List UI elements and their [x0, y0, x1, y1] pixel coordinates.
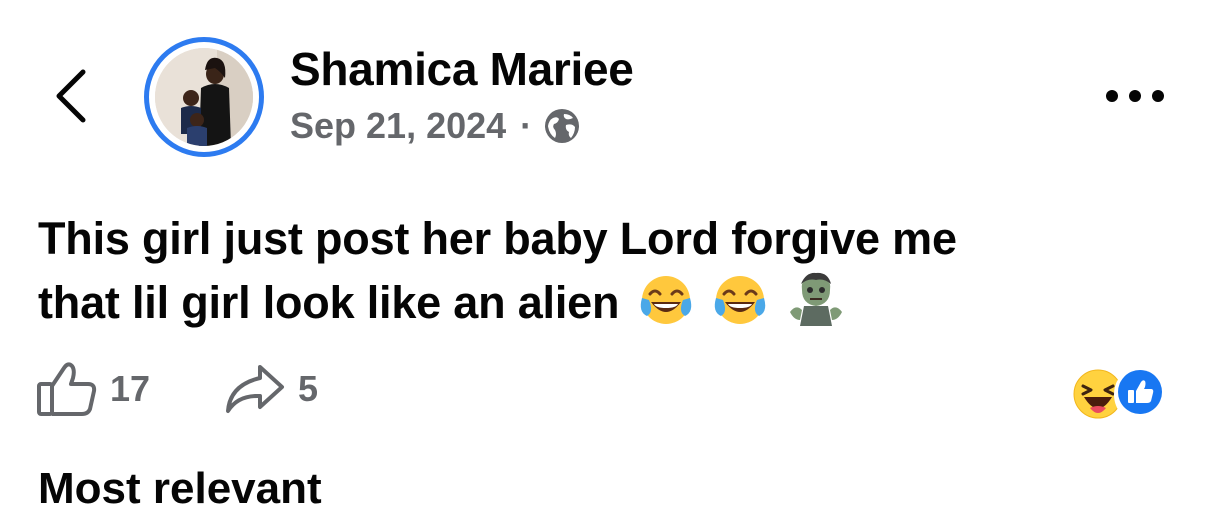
zombie-emoji: [790, 272, 843, 326]
share-icon: [226, 365, 285, 413]
post-text-line: This girl just post her baby Lord forgiv…: [38, 213, 957, 264]
author-name[interactable]: Shamica Mariee: [290, 42, 634, 96]
like-count: 17: [110, 368, 151, 409]
comments-sort-heading[interactable]: Most relevant: [38, 462, 322, 516]
avatar-photo: [155, 48, 253, 146]
globe-icon: [545, 109, 580, 143]
reactions-summary[interactable]: [1072, 365, 1166, 423]
tears-of-joy-emoji: [640, 276, 691, 324]
like-reaction-icon: [1118, 369, 1162, 414]
post-text-line: that lil girl look like an alien: [38, 268, 1178, 332]
more-horizontal-icon: [1106, 90, 1164, 102]
post-actions: 17 5: [36, 358, 318, 420]
share-button[interactable]: 5: [224, 363, 318, 415]
like-reaction-wrap: [1114, 365, 1166, 423]
post-meta: Sep 21, 2024 ·: [290, 104, 580, 148]
profile-avatar[interactable]: [144, 37, 264, 157]
tears-of-joy-emoji: [714, 276, 766, 324]
thumbs-up-icon: [37, 362, 97, 416]
meta-separator: ·: [520, 105, 533, 146]
chevron-left-icon: [56, 69, 86, 123]
like-button[interactable]: 17: [36, 360, 150, 418]
back-button[interactable]: [44, 62, 96, 130]
more-options-button[interactable]: [1096, 78, 1174, 114]
post-text: This girl just post her baby Lord forgiv…: [38, 210, 1178, 332]
post-date[interactable]: Sep 21, 2024: [290, 105, 506, 147]
share-count: 5: [298, 368, 319, 409]
